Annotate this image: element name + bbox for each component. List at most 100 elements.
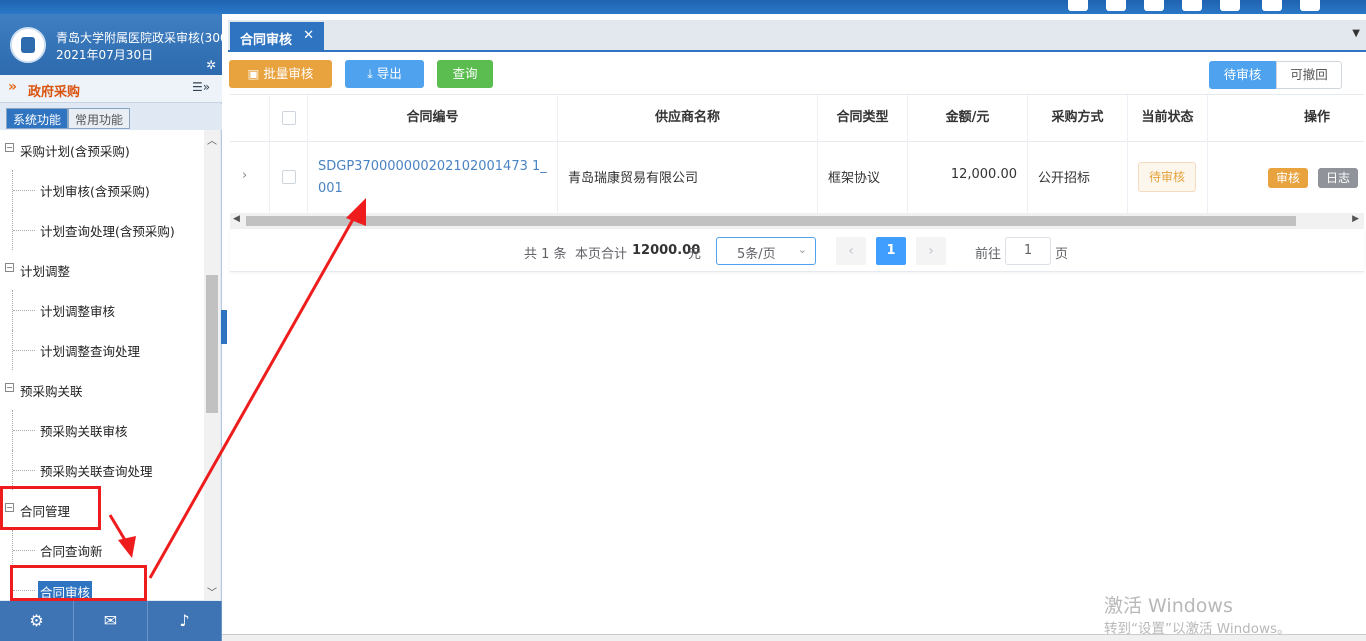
table-hscrollbar[interactable]: ◀ ▶ <box>230 213 1364 229</box>
close-icon[interactable]: ✕ <box>303 28 314 43</box>
sidebar-item-label: 计划调整查询处理 <box>40 344 141 359</box>
sidebar-item-pre-purchase[interactable]: − 预采购关联 <box>0 370 204 410</box>
help-icon[interactable] <box>1182 0 1202 11</box>
collapse-icon[interactable]: − <box>5 263 14 272</box>
select-all-checkbox[interactable] <box>282 111 296 125</box>
tab-system-functions[interactable]: 系统功能 <box>6 108 69 129</box>
goto-unit: 页 <box>1055 247 1069 262</box>
sidebar-item-pre-purchase-review[interactable]: 预采购关联审核 <box>0 410 204 450</box>
sidebar-item-contract-query[interactable]: 合同查询新 <box>0 530 204 570</box>
col-status[interactable]: 当前状态 <box>1128 95 1208 142</box>
refresh-icon[interactable] <box>1144 0 1164 11</box>
menu-collapse-icon[interactable]: ☰» <box>192 80 210 94</box>
table-row[interactable]: › SDGP370000000202102001473 1_001 青岛瑞康贸易… <box>230 142 1364 214</box>
user-icon[interactable] <box>1262 0 1282 11</box>
actions-cell: 审核 日志 <box>1208 142 1364 214</box>
sidebar-item-plan-review[interactable]: 计划审核(含预采购) <box>0 170 204 210</box>
next-page-button[interactable]: › <box>916 237 946 265</box>
amount-cell: 12,000.00 <box>908 142 1028 214</box>
section-title: 政府采购 <box>28 85 81 100</box>
col-contract-type[interactable]: 合同类型 <box>818 95 908 142</box>
sidebar-item-plan-adjust[interactable]: − 计划调整 <box>0 250 204 290</box>
expand-header <box>230 95 270 142</box>
scroll-left-icon[interactable]: ◀ <box>233 214 240 224</box>
purchase-method: 公开招标 <box>1038 171 1091 186</box>
sidebar-item-plan-query[interactable]: 计划查询处理(含预采购) <box>0 210 204 250</box>
sidebar-item-label: 计划审核(含预采购) <box>40 184 150 199</box>
info-icon[interactable] <box>1220 0 1240 11</box>
row-checkbox[interactable] <box>282 170 296 184</box>
page-size-value: 5条/页 <box>737 247 776 262</box>
col-amount[interactable]: 金额/元 <box>908 95 1028 142</box>
contract-no-link[interactable]: SDGP370000000202102001473 1_001 <box>318 156 550 200</box>
sidebar-scrollbar[interactable]: ︿ ﹀ <box>204 130 220 600</box>
page-number-button[interactable]: 1 <box>876 237 906 265</box>
section-header[interactable]: » 政府采购 ☰» <box>0 75 222 103</box>
settings-icon[interactable] <box>1106 0 1126 11</box>
filter-pending[interactable]: 待审核 <box>1209 61 1276 89</box>
gear-icon[interactable]: ✲ <box>206 58 216 72</box>
col-contract-no[interactable]: 合同编号 <box>308 95 558 142</box>
review-button[interactable]: 审核 <box>1268 168 1308 188</box>
scrollbar-thumb[interactable] <box>206 275 218 413</box>
col-supplier[interactable]: 供应商名称 <box>558 95 818 142</box>
sidebar-item-label: 预采购关联查询处理 <box>40 464 153 479</box>
goto-page-input[interactable]: 1 <box>1005 237 1051 265</box>
contract-no-cell[interactable]: SDGP370000000202102001473 1_001 <box>308 142 558 214</box>
scroll-down-icon[interactable]: ﹀ <box>207 584 217 599</box>
tab-common-functions[interactable]: 常用功能 <box>68 108 131 129</box>
collapse-icon[interactable]: − <box>5 143 14 152</box>
chevron-down-icon: ⌄ <box>797 243 807 256</box>
export-button[interactable]: ⤓ 导出 <box>345 60 424 88</box>
sidebar-item-plan-adjust-review[interactable]: 计划调整审核 <box>0 290 204 330</box>
annotation-box-contract-review <box>10 565 147 601</box>
user-info: 青岛大学附属医院政采审核(300 2021年07月30日 ✲ <box>0 14 222 75</box>
status-badge: 待审核 <box>1138 162 1196 192</box>
scroll-up-icon[interactable]: ︿ <box>207 132 217 147</box>
sidebar-item-pre-purchase-query[interactable]: 预采购关联查询处理 <box>0 450 204 490</box>
scrollbar-thumb[interactable] <box>246 216 1296 226</box>
sidebar-item-label: 预采购关联审核 <box>40 424 128 439</box>
supplier-name: 青岛瑞康贸易有限公司 <box>568 171 699 186</box>
double-chevron-icon: » <box>8 79 18 95</box>
sidebar-collapse-handle[interactable] <box>221 310 227 344</box>
pagination: 共 1 条 本页合计 12000.00 元 5条/页 ⌄ ‹ 1 › 前往 1 … <box>230 230 1364 272</box>
query-button[interactable]: 查询 <box>437 60 493 88</box>
batch-review-button[interactable]: ▣ 批量审核 <box>229 60 332 88</box>
method-cell: 公开招标 <box>1028 142 1128 214</box>
goto-label: 前往 <box>975 247 1002 262</box>
col-method[interactable]: 采购方式 <box>1028 95 1128 142</box>
filter-revocable[interactable]: 可撤回 <box>1276 61 1342 89</box>
top-banner <box>0 0 1366 14</box>
download-icon: ⤓ <box>367 66 377 81</box>
home-icon[interactable] <box>1068 0 1088 11</box>
collapse-icon[interactable]: − <box>5 383 14 392</box>
bell-icon[interactable]: ♪ <box>148 601 222 641</box>
message-icon[interactable]: ✉ <box>74 601 148 641</box>
sidebar-item-purchase-plan[interactable]: − 采购计划(含预采购) <box>0 130 204 170</box>
select-cell[interactable] <box>270 142 308 214</box>
status-cell: 待审核 <box>1128 142 1208 214</box>
tab-label: 合同审核 <box>240 33 293 48</box>
expand-cell[interactable]: › <box>230 142 270 214</box>
user-date: 2021年07月30日 <box>56 48 154 62</box>
sidebar-item-label: 采购计划(含预采购) <box>20 144 130 159</box>
contract-type-cell: 框架协议 <box>818 142 908 214</box>
gear-icon[interactable]: ⚙ <box>0 601 74 641</box>
batch-icon: ▣ <box>247 66 264 81</box>
chevron-down-icon[interactable]: ▼ <box>1352 28 1360 39</box>
page-size-select[interactable]: 5条/页 ⌄ <box>716 237 816 265</box>
page-sum-label: 本页合计 <box>575 247 628 262</box>
tab-contract-review[interactable]: 合同审核 ✕ <box>230 22 324 52</box>
user-name: 青岛大学附属医院政采审核(300 <box>56 31 222 45</box>
sidebar-footer: ⚙ ✉ ♪ <box>0 601 222 641</box>
chevron-right-icon[interactable]: › <box>242 168 247 183</box>
scroll-right-icon[interactable]: ▶ <box>1352 214 1359 224</box>
prev-page-button[interactable]: ‹ <box>836 237 866 265</box>
sidebar-item-plan-adjust-query[interactable]: 计划调整查询处理 <box>0 330 204 370</box>
sidebar-item-label: 预采购关联 <box>20 384 83 399</box>
logout-icon[interactable] <box>1300 0 1320 11</box>
sidebar-item-label: 合同查询新 <box>40 544 103 559</box>
select-all-header <box>270 95 308 142</box>
log-button[interactable]: 日志 <box>1318 168 1358 188</box>
